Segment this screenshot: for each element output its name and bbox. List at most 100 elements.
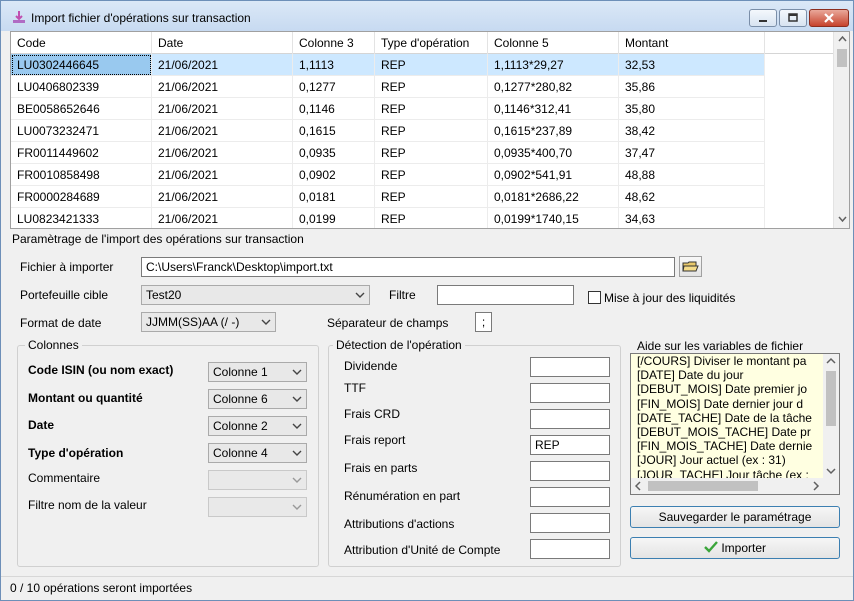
grid-scrollbar[interactable] (833, 32, 850, 228)
share-fees-label: Frais en parts (344, 461, 418, 475)
list-item[interactable]: [/COURS] Diviser le montant pa (631, 354, 823, 368)
scroll-up-icon[interactable] (823, 354, 839, 368)
table-row[interactable]: FR0000284689 21/06/2021 0,0181 REP 0,018… (11, 186, 833, 208)
list-item[interactable]: [FIN_MOIS] Date dernier jour d (631, 397, 823, 411)
status-text: 0 / 10 opérations seront importées (10, 581, 193, 595)
browse-button[interactable] (679, 256, 702, 277)
scroll-thumb[interactable] (648, 481, 758, 491)
date-column-label: Date (28, 418, 55, 432)
column-header-type[interactable]: Type d'opération (375, 32, 488, 54)
minimize-button[interactable] (749, 9, 777, 27)
table-row[interactable]: LU0302446645 21/06/2021 1,1113 REP 1,111… (11, 54, 833, 76)
share-remuneration-label: Rénumération en part (344, 489, 461, 503)
chevron-down-icon (292, 504, 302, 510)
scroll-down-icon[interactable] (834, 212, 850, 226)
cell-type: REP (375, 120, 488, 142)
table-row[interactable]: FR0011449602 21/06/2021 0,0935 REP 0,093… (11, 142, 833, 164)
maximize-button[interactable] (779, 9, 807, 27)
date-format-value: JJMM(SS)AA (/ -) (146, 315, 240, 329)
report-fees-label: Frais report (344, 433, 406, 447)
separator-input[interactable]: ; (475, 312, 492, 332)
cell-col5: 0,1146*312,41 (488, 98, 619, 120)
list-item[interactable]: [FIN_MOIS_TACHE] Date dernie (631, 439, 823, 453)
table-row[interactable]: FR0010858498 21/06/2021 0,0902 REP 0,090… (11, 164, 833, 186)
share-fees-input[interactable] (530, 461, 610, 481)
import-window: Import fichier d'opérations sur transact… (0, 0, 854, 601)
share-attribution-label: Attributions d'actions (344, 517, 455, 531)
operations-grid[interactable]: Code Date Colonne 3 Type d'opération Col… (10, 31, 850, 229)
help-list: [/COURS] Diviser le montant pa [DATE] Da… (631, 354, 823, 478)
comment-column-select[interactable] (208, 470, 307, 490)
cell-amount: 35,86 (619, 76, 765, 98)
scroll-down-icon[interactable] (823, 464, 839, 478)
help-variables-list[interactable]: [/COURS] Diviser le montant pa [DATE] Da… (630, 353, 840, 495)
cell-date: 21/06/2021 (152, 76, 293, 98)
portfolio-select[interactable]: Test20 (141, 285, 370, 305)
minimize-icon (759, 20, 767, 22)
date-column-select[interactable]: Colonne 2 (208, 416, 307, 436)
detection-group-title: Détection de l'opération (333, 338, 465, 352)
list-item[interactable]: [DEBUT_MOIS] Date premier jo (631, 382, 823, 396)
table-row[interactable]: LU0823421333 21/06/2021 0,0199 REP 0,019… (11, 208, 833, 228)
cell-col5: 0,0935*400,70 (488, 142, 619, 164)
list-item[interactable]: [JOUR] Jour actuel (ex : 31) (631, 453, 823, 467)
column-header-amount[interactable]: Montant (619, 32, 765, 54)
cell-date: 21/06/2021 (152, 98, 293, 120)
report-fees-input[interactable]: REP (530, 435, 610, 455)
isin-column-value: Colonne 1 (213, 365, 268, 379)
cell-col3: 0,0935 (293, 142, 375, 164)
table-row[interactable]: LU0073232471 21/06/2021 0,1615 REP 0,161… (11, 120, 833, 142)
scroll-thumb[interactable] (826, 371, 836, 426)
share-remuneration-input[interactable] (530, 487, 610, 507)
file-path-input[interactable]: C:\Users\Franck\Desktop\import.txt (141, 257, 675, 277)
account-unit-input[interactable] (530, 539, 610, 559)
help-vertical-scrollbar[interactable] (823, 354, 839, 478)
crd-fees-input[interactable] (530, 409, 610, 429)
scroll-corner (823, 478, 839, 494)
cell-date: 21/06/2021 (152, 208, 293, 228)
filter-name-select[interactable] (208, 497, 307, 517)
column-header-col5[interactable]: Colonne 5 (488, 32, 619, 54)
scroll-right-icon[interactable] (809, 478, 823, 494)
share-attribution-input[interactable] (530, 513, 610, 533)
import-button[interactable]: Importer (630, 537, 840, 559)
grid-header: Code Date Colonne 3 Type d'opération Col… (11, 32, 833, 54)
scroll-left-icon[interactable] (631, 478, 645, 494)
save-settings-button[interactable]: Sauvegarder le paramétrage (630, 506, 840, 528)
cell-type: REP (375, 54, 488, 76)
close-button[interactable] (809, 9, 849, 27)
status-bar: 0 / 10 opérations seront importées (1, 576, 853, 600)
update-liquidity-checkbox[interactable] (588, 291, 601, 304)
filter-input[interactable] (437, 285, 574, 305)
list-item[interactable]: [DATE] Date du jour (631, 368, 823, 382)
cell-date: 21/06/2021 (152, 186, 293, 208)
date-format-select[interactable]: JJMM(SS)AA (/ -) (141, 312, 276, 332)
cell-col5: 0,0181*2686,22 (488, 186, 619, 208)
type-column-select[interactable]: Colonne 4 (208, 443, 307, 463)
dividend-input[interactable] (530, 357, 610, 377)
amount-column-select[interactable]: Colonne 6 (208, 389, 307, 409)
column-header-col3[interactable]: Colonne 3 (293, 32, 375, 54)
cell-date: 21/06/2021 (152, 54, 293, 76)
ttf-label: TTF (344, 381, 366, 395)
list-item[interactable]: [JOUR_TACHE] Jour tâche (ex : (631, 468, 823, 479)
table-row[interactable]: BE0058652646 21/06/2021 0,1146 REP 0,114… (11, 98, 833, 120)
cell-col3: 0,0181 (293, 186, 375, 208)
file-label: Fichier à importer (20, 260, 114, 274)
cell-col3: 1,1113 (293, 54, 375, 76)
scroll-up-icon[interactable] (834, 32, 850, 46)
cell-code: LU0406802339 (11, 76, 152, 98)
column-header-code[interactable]: Code (11, 32, 152, 54)
window-title: Import fichier d'opérations sur transact… (31, 11, 251, 25)
chevron-down-icon (292, 477, 302, 483)
cell-col5: 0,0902*541,91 (488, 164, 619, 186)
ttf-input[interactable] (530, 383, 610, 403)
table-row[interactable]: LU0406802339 21/06/2021 0,1277 REP 0,127… (11, 76, 833, 98)
chevron-down-icon (261, 319, 271, 325)
scroll-thumb[interactable] (837, 49, 847, 67)
help-horizontal-scrollbar[interactable] (631, 478, 823, 494)
list-item[interactable]: [DATE_TACHE] Date de la tâche (631, 411, 823, 425)
column-header-date[interactable]: Date (152, 32, 293, 54)
isin-column-select[interactable]: Colonne 1 (208, 362, 307, 382)
list-item[interactable]: [DEBUT_MOIS_TACHE] Date pr (631, 425, 823, 439)
